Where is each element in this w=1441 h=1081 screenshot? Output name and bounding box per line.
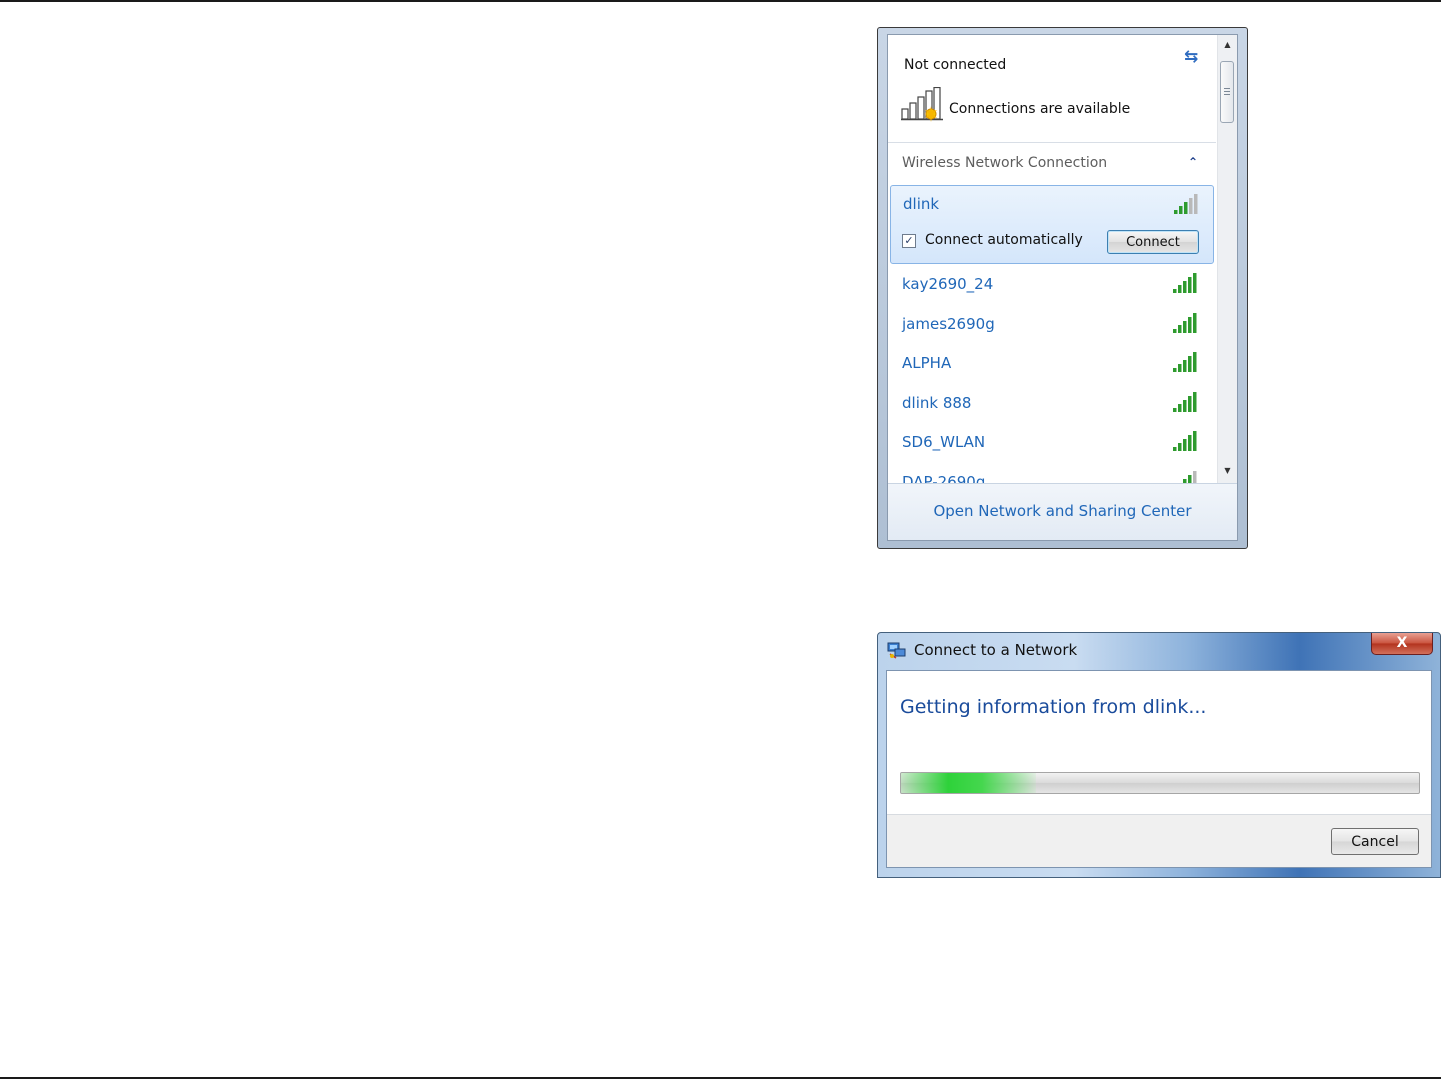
connect-to-network-dialog: Connect to a Network X Getting informati…: [877, 632, 1441, 878]
connect-automatically-checkbox[interactable]: ✓: [902, 234, 916, 248]
signal-bar: [1178, 285, 1182, 293]
network-list-item[interactable]: dlink 888: [888, 384, 1216, 424]
signal-strength-icon: [1174, 194, 1198, 214]
signal-bar: [1178, 443, 1182, 452]
status-message: Getting information from dlink...: [900, 696, 1207, 718]
scroll-down-arrow-icon[interactable]: ▼: [1218, 463, 1237, 479]
signal-bar: [1193, 391, 1197, 412]
signal-bar: [1183, 281, 1187, 293]
signal-bar: [1183, 360, 1187, 373]
signal-bar: [1188, 356, 1192, 373]
signal-bar: [1193, 431, 1197, 452]
network-available-icon: [901, 87, 943, 122]
top-rule: [0, 0, 1441, 2]
dialog-title: Connect to a Network: [914, 641, 1078, 659]
signal-bar: [1183, 439, 1187, 452]
network-list: kay2690_24 james2690g ALPHA dlink 888 SD6_WL…: [888, 265, 1216, 503]
dialog-footer: Cancel: [887, 815, 1431, 867]
wireless-networks-flyout: Not connected ⇆ Connections are availabl…: [877, 27, 1248, 549]
signal-bar: [1188, 277, 1192, 293]
connect-automatically-label: Connect automatically: [925, 232, 1083, 248]
network-list-item[interactable]: kay2690_24: [888, 265, 1216, 305]
signal-bar: [1174, 210, 1178, 214]
network-name: james2690g: [902, 314, 995, 333]
signal-bar: [1188, 435, 1192, 452]
network-list-scrollbar[interactable]: ▲ ▼: [1217, 35, 1237, 483]
signal-strength-icon: [1173, 352, 1197, 373]
connections-available-text: Connections are available: [949, 101, 1131, 117]
network-name: SD6_WLAN: [902, 433, 986, 452]
flyout-footer: Open Network and Sharing Center: [888, 483, 1237, 540]
signal-bar: [1179, 206, 1183, 214]
scroll-up-arrow-icon[interactable]: ▲: [1218, 37, 1237, 53]
signal-strength-icon: [1173, 391, 1197, 412]
signal-strength-icon: [1173, 273, 1197, 293]
dialog-body: Getting information from dlink... Cancel: [886, 670, 1432, 868]
refresh-icon[interactable]: ⇆: [1184, 47, 1198, 67]
close-button[interactable]: X: [1371, 633, 1433, 655]
chevron-up-icon[interactable]: ⌃: [1188, 155, 1198, 169]
network-name: kay2690_24: [902, 275, 994, 293]
open-network-sharing-center-link[interactable]: Open Network and Sharing Center: [888, 502, 1237, 520]
signal-bar: [1189, 198, 1193, 214]
section-label: Wireless Network Connection: [902, 155, 1108, 171]
network-list-item[interactable]: james2690g: [888, 305, 1216, 345]
connection-status: Not connected: [904, 57, 1007, 73]
grip-icon: [1224, 88, 1230, 96]
cancel-button[interactable]: Cancel: [1331, 828, 1419, 855]
signal-bar: [1188, 395, 1192, 412]
signal-bar: [1178, 324, 1182, 333]
network-icon: [887, 642, 906, 659]
signal-bar: [1194, 194, 1198, 214]
scroll-thumb[interactable]: [1220, 61, 1234, 123]
network-list-item[interactable]: ALPHA: [888, 344, 1216, 384]
signal-bar: [1184, 202, 1188, 214]
bottom-rule: [0, 1077, 1441, 1079]
flyout-header: Not connected ⇆ Connections are availabl…: [888, 35, 1216, 135]
signal-bar: [1178, 403, 1182, 412]
signal-bar: [1178, 364, 1182, 373]
connect-button[interactable]: Connect: [1107, 230, 1199, 254]
signal-bar: [1173, 407, 1177, 412]
progress-fill: [901, 773, 1036, 793]
network-name: dlink 888: [902, 393, 972, 412]
wireless-connection-section-header[interactable]: Wireless Network Connection ⌃: [888, 143, 1216, 183]
signal-bar: [1173, 289, 1177, 293]
flyout-panel: Not connected ⇆ Connections are availabl…: [887, 34, 1238, 541]
signal-strength-icon: [1173, 312, 1197, 333]
network-name: dlink: [903, 195, 940, 213]
network-list-item[interactable]: SD6_WLAN: [888, 423, 1216, 463]
signal-bar: [1193, 273, 1197, 293]
network-name: ALPHA: [902, 354, 952, 373]
signal-bar: [1188, 316, 1192, 333]
signal-bar: [1173, 328, 1177, 333]
signal-strength-icon: [1173, 431, 1197, 452]
signal-bar: [1183, 399, 1187, 412]
signal-bar: [1193, 312, 1197, 333]
signal-bar: [1193, 352, 1197, 373]
signal-bar: [1183, 320, 1187, 333]
signal-bar: [1173, 368, 1177, 373]
signal-bar: [1173, 447, 1177, 452]
selected-network-dlink[interactable]: dlink ✓ Connect automatically Connect: [890, 185, 1214, 264]
progress-bar: [900, 772, 1420, 794]
